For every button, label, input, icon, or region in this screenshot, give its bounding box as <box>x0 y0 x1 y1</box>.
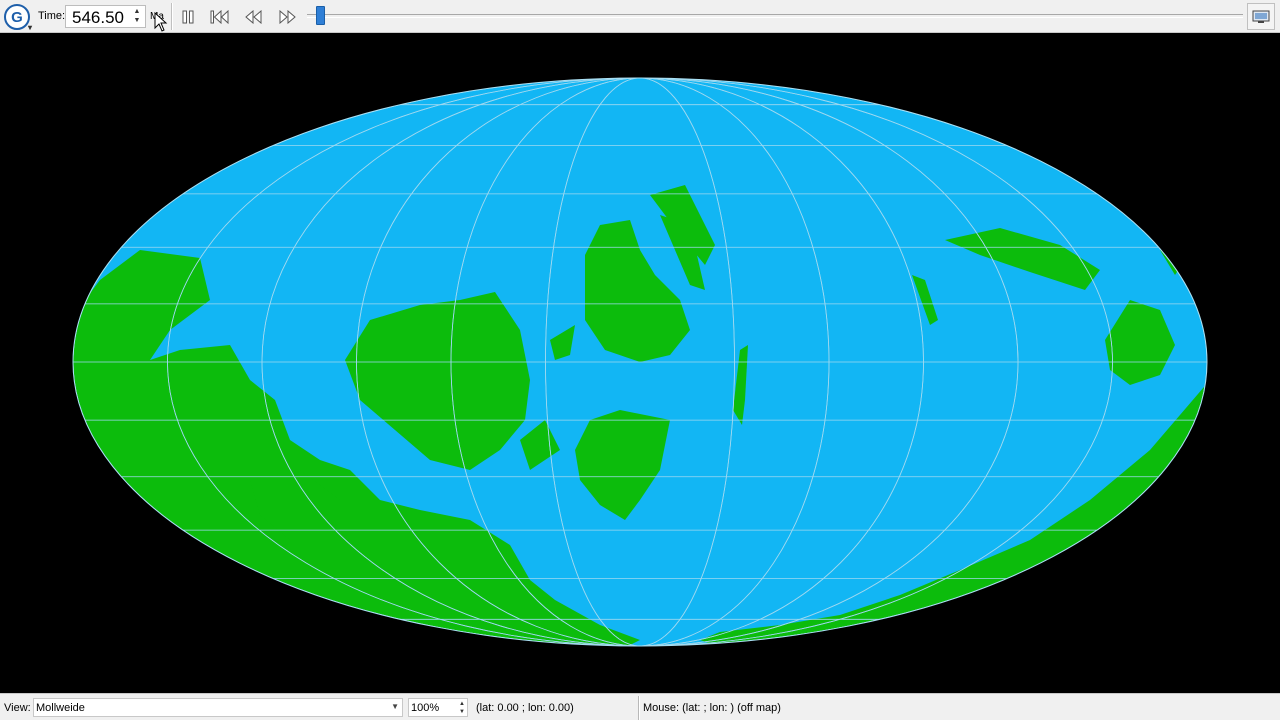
pause-icon <box>182 10 194 23</box>
zoom-spin-arrows[interactable]: ▲ ▼ <box>459 700 465 716</box>
rewind-to-start-icon <box>210 9 229 24</box>
camera-position-text: (lat: 0.00 ; lon: 0.00) <box>476 702 574 714</box>
fullscreen-icon <box>1252 10 1270 23</box>
projection-select[interactable]: Mollweide ▼ <box>33 698 403 717</box>
step-backward-button[interactable] <box>239 3 269 30</box>
mollweide-map[interactable] <box>0 34 1280 692</box>
chevron-down-icon: ▾ <box>27 23 32 32</box>
gplates-logo-icon: G <box>11 8 23 26</box>
fullscreen-button[interactable] <box>1247 3 1275 30</box>
reconstruction-toolbar: G ▾ Time: 546.50 ▲▼ Ma <box>0 0 1280 33</box>
step-backward-icon <box>245 9 262 24</box>
status-divider <box>638 696 640 720</box>
gplates-window: G ▾ Time: 546.50 ▲▼ Ma <box>0 0 1280 720</box>
projection-select-value: Mollweide <box>36 702 85 714</box>
time-spin-arrows[interactable]: ▲ ▼ <box>130 7 144 26</box>
mouse-position-text: Mouse: (lat: ; lon: ) (off map) <box>643 702 781 714</box>
view-label: View: <box>4 702 31 714</box>
step-forward-button[interactable] <box>272 3 302 30</box>
reconstruction-time-spinbox[interactable]: 546.50 ▲ ▼ <box>65 5 146 28</box>
mouse-cursor-icon <box>154 12 168 32</box>
zoom-value: 100% <box>411 702 440 714</box>
gplates-menu-button[interactable]: G ▾ <box>4 4 32 32</box>
time-label: Time: <box>38 10 66 22</box>
animation-time-slider[interactable] <box>307 14 1243 18</box>
zoom-spinbox[interactable]: 100% ▲ ▼ <box>408 698 468 717</box>
globe-map-canvas[interactable] <box>0 34 1280 692</box>
status-bar: View: Mollweide ▼ 100% ▲ ▼ (lat: 0.00 ; l… <box>0 693 1280 720</box>
step-forward-icon <box>279 9 296 24</box>
rewind-to-start-button[interactable] <box>206 3 236 30</box>
chevron-down-icon: ▼ <box>391 702 399 711</box>
reconstruction-time-value: 546.50 <box>72 8 124 27</box>
time-slider-handle[interactable] <box>316 6 326 25</box>
pause-button[interactable] <box>173 3 203 30</box>
